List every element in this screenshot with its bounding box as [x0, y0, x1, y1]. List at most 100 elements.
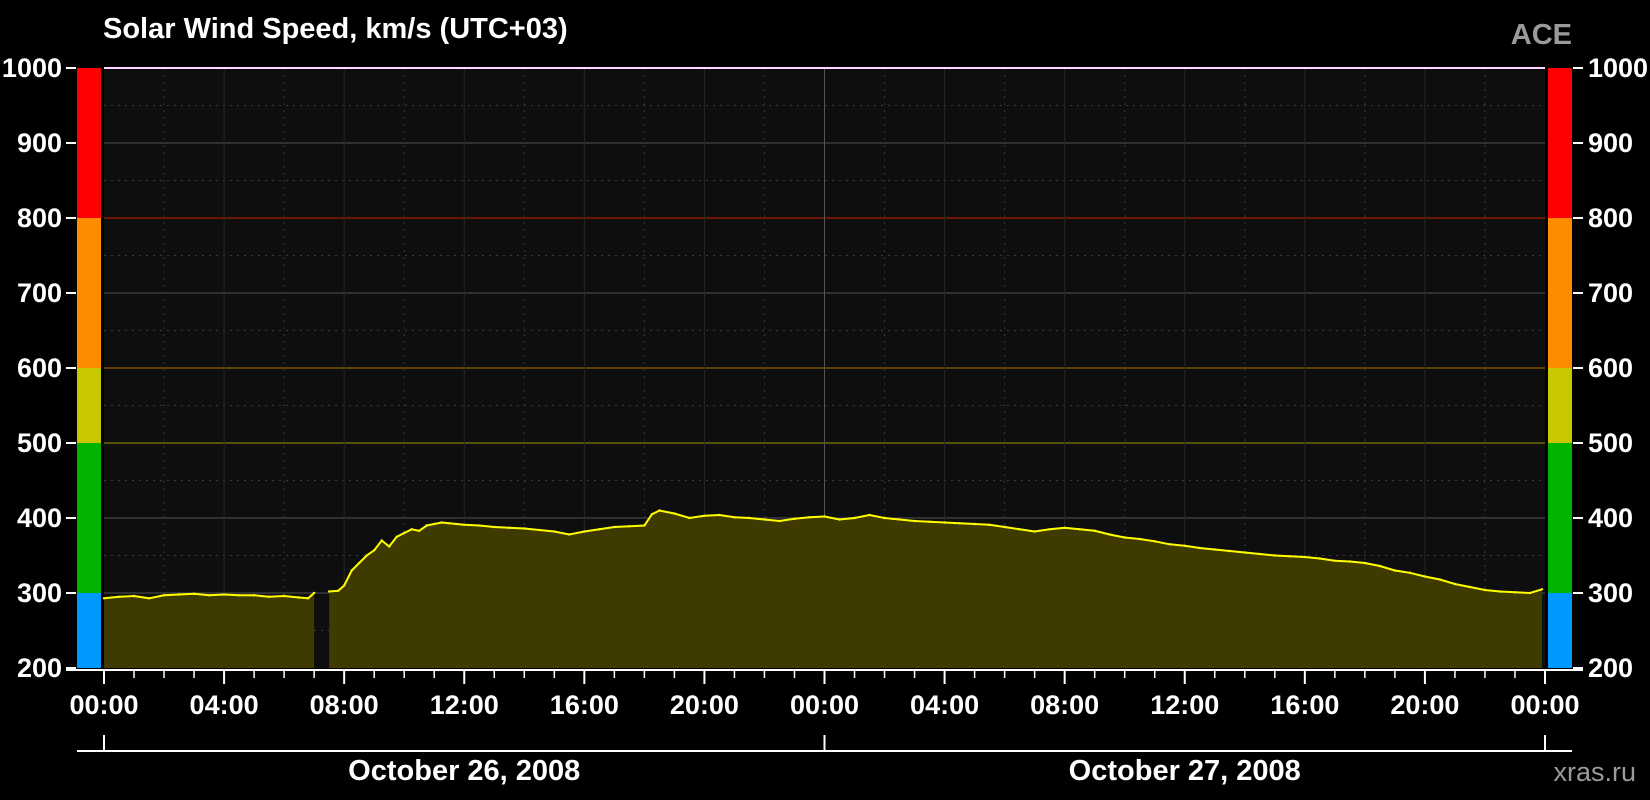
speed-data-point [913, 519, 916, 523]
date-label: October 26, 2008 [348, 755, 580, 787]
speed-data-point [463, 523, 466, 526]
level-bar-right [1548, 368, 1572, 443]
speed-data-point [177, 593, 181, 596]
x-tick-label: 08:00 [310, 690, 379, 720]
speed-data-point [410, 528, 413, 531]
speed-data-point [1528, 591, 1532, 595]
y-tick-label-left: 200 [17, 653, 62, 683]
x-tick-label: 00:00 [1510, 690, 1579, 720]
speed-data-point [1468, 585, 1472, 589]
speed-data-point [493, 525, 496, 529]
speed-data-point [673, 512, 676, 515]
y-tick-label-left: 600 [17, 353, 62, 383]
speed-data-point [1063, 526, 1066, 529]
x-tick-label: 00:00 [790, 690, 859, 720]
speed-data-point [343, 584, 346, 587]
level-bar-left [77, 593, 101, 668]
speed-data-point [448, 522, 451, 525]
speed-data-point [658, 509, 661, 512]
speed-data-point [553, 530, 556, 533]
speed-data-point [643, 524, 646, 527]
speed-data-point [1483, 588, 1487, 592]
speed-data-point [440, 521, 443, 524]
speed-data-point [1258, 552, 1262, 556]
speed-data-point [763, 518, 766, 521]
speed-data-point [478, 524, 481, 527]
speed-data-point [373, 549, 376, 552]
speed-data-point [868, 513, 871, 517]
speed-data-point [928, 520, 931, 523]
speed-data-point [1498, 590, 1502, 593]
speed-data-point [1378, 564, 1382, 568]
speed-data-point [1348, 560, 1352, 563]
speed-data-point [703, 514, 706, 517]
speed-data-point [1243, 551, 1247, 554]
speed-data-point [748, 516, 751, 520]
level-bar-left [77, 443, 101, 593]
x-tick-label: 04:00 [190, 690, 259, 720]
x-tick-label: 16:00 [1270, 690, 1339, 720]
speed-data-point [793, 517, 796, 520]
speed-data-point [222, 593, 226, 596]
y-tick-label-right: 400 [1588, 503, 1633, 533]
speed-data-point [718, 513, 721, 517]
speed-data-point [395, 535, 398, 538]
speed-data-point [1048, 528, 1051, 531]
speed-data-point [808, 516, 811, 519]
speed-data-point [1513, 591, 1517, 594]
speed-data-point [508, 526, 511, 529]
speed-data-point [147, 597, 151, 600]
speed-data-point [1408, 571, 1412, 574]
x-tick-label: 12:00 [430, 690, 499, 720]
speed-data-point [898, 518, 901, 521]
speed-data-point [1393, 569, 1397, 572]
speed-data-point [282, 594, 286, 598]
y-tick-label-left: 900 [17, 128, 62, 158]
speed-data-point [1183, 544, 1187, 547]
speed-data-point [883, 516, 886, 520]
level-bar-right [1548, 218, 1572, 368]
speed-data-point [1018, 528, 1021, 531]
speed-data-point [1078, 528, 1081, 531]
speed-data-point [568, 533, 571, 536]
speed-data-point [823, 515, 826, 518]
speed-data-point [1318, 557, 1322, 560]
speed-data-point [207, 594, 211, 597]
x-tick-label: 20:00 [670, 690, 739, 720]
speed-data-point [583, 530, 586, 533]
speed-data-point [733, 516, 736, 519]
y-tick-label-right: 700 [1588, 278, 1633, 308]
speed-data-point [102, 597, 106, 600]
speed-data-point [1423, 575, 1427, 578]
speed-data-point [988, 523, 991, 526]
x-tick-label: 08:00 [1030, 690, 1099, 720]
x-tick-label: 12:00 [1150, 690, 1219, 720]
y-tick-label-right: 600 [1588, 353, 1633, 383]
y-tick-label-right: 1000 [1588, 53, 1648, 83]
y-tick-label-right: 200 [1588, 653, 1633, 683]
speed-data-point [358, 561, 361, 565]
y-tick-label-right: 800 [1588, 203, 1633, 233]
speed-data-point [538, 528, 541, 532]
speed-data-point [1453, 582, 1457, 586]
speed-data-point [162, 594, 166, 597]
y-tick-label-left: 700 [17, 278, 62, 308]
speed-data-point [237, 594, 241, 597]
speed-data-point [267, 595, 271, 598]
level-bar-left [77, 368, 101, 443]
y-tick-label-left: 1000 [2, 53, 62, 83]
y-tick-label-left: 500 [17, 428, 62, 458]
y-tick-label-left: 300 [17, 578, 62, 608]
speed-data-point [1273, 554, 1277, 557]
speed-data-point [328, 590, 331, 593]
speed-data-point [1540, 588, 1544, 591]
x-tick-label: 00:00 [69, 690, 138, 720]
speed-data-point [1438, 578, 1442, 581]
speed-data-point [650, 513, 654, 516]
y-tick-label-left: 400 [17, 503, 62, 533]
speed-data-point [628, 525, 631, 528]
speed-data-point [973, 522, 976, 526]
speed-data-point [1288, 555, 1292, 558]
speed-data-point [380, 539, 383, 542]
speed-data-point [1303, 555, 1307, 559]
